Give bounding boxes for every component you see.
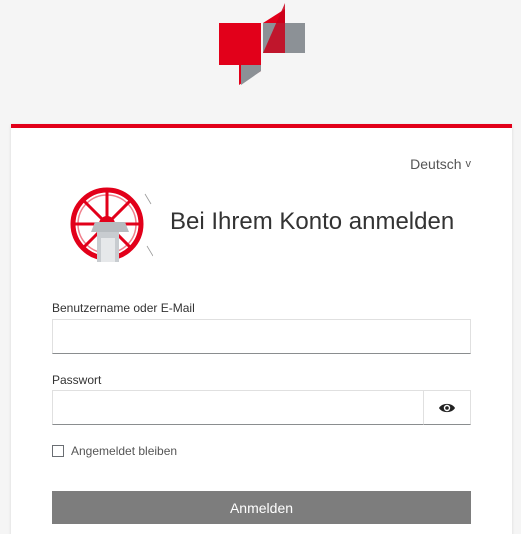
show-password-button[interactable] (424, 390, 471, 425)
remember-me-checkbox[interactable] (52, 445, 64, 457)
page-title: Bei Ihrem Konto anmelden (170, 208, 455, 235)
username-label: Benutzername oder E-Mail (52, 301, 195, 315)
login-card: Deutsch v Bei Ihrem Konto anmelden Benut… (11, 124, 512, 534)
eye-icon (439, 403, 455, 412)
brand-logo-icon (219, 3, 305, 85)
remember-me-label: Angemeldet bleiben (71, 444, 178, 458)
username-input[interactable] (52, 319, 471, 354)
language-selector[interactable]: Deutsch v (410, 156, 471, 172)
login-button[interactable]: Anmelden (52, 491, 471, 524)
login-page: Deutsch v Bei Ihrem Konto anmelden Benut… (0, 0, 521, 534)
password-input[interactable] (52, 390, 424, 425)
chevron-down-icon: v (465, 158, 472, 170)
password-field-group (52, 390, 471, 425)
language-label: Deutsch (410, 156, 462, 172)
password-label: Passwort (52, 373, 102, 387)
red-wheel-emblem-icon (70, 187, 153, 262)
remember-me-option[interactable]: Angemeldet bleiben (52, 444, 177, 458)
